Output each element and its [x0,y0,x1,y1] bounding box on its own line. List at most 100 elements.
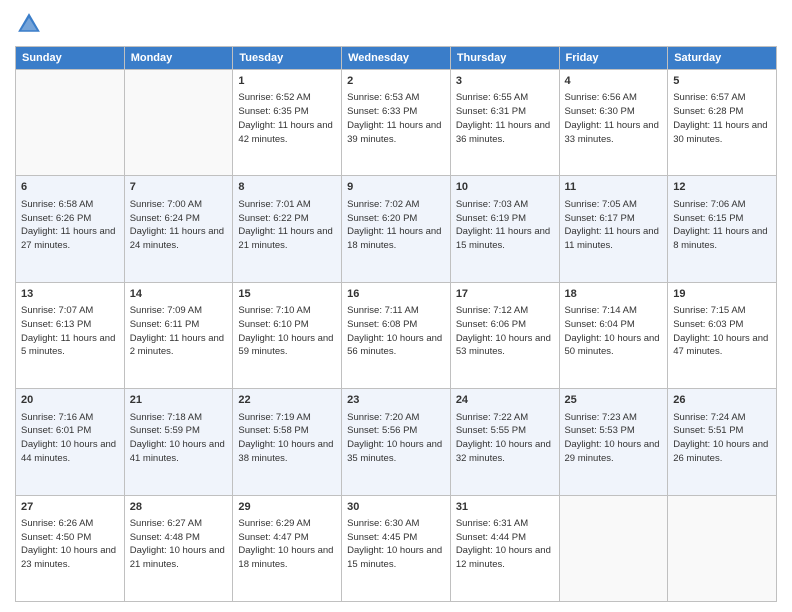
day-number: 9 [347,180,445,195]
day-header: Tuesday [233,47,342,70]
day-number: 3 [456,74,554,89]
day-number: 31 [456,500,554,515]
calendar-cell [559,495,668,601]
calendar-table: SundayMondayTuesdayWednesdayThursdayFrid… [15,46,777,602]
day-info: Sunrise: 6:30 AMSunset: 4:45 PMDaylight:… [347,517,445,572]
day-number: 25 [565,393,663,408]
day-number: 30 [347,500,445,515]
calendar-cell: 6 Sunrise: 6:58 AMSunset: 6:26 PMDaylight… [16,176,125,282]
calendar-cell: 8Sunrise: 7:01 AMSunset: 6:22 PMDaylight… [233,176,342,282]
day-info: Sunrise: 6:26 AMSunset: 4:50 PMDaylight:… [21,517,119,572]
calendar-header-row: SundayMondayTuesdayWednesdayThursdayFrid… [16,47,777,70]
calendar-week-row: 1 Sunrise: 6:52 AMSunset: 6:35 PMDaylight… [16,70,777,176]
header [15,10,777,38]
calendar-week-row: 13Sunrise: 7:07 AMSunset: 6:13 PMDayligh… [16,282,777,388]
calendar-cell [16,70,125,176]
calendar-cell: 12Sunrise: 7:06 AMSunset: 6:15 PMDayligh… [668,176,777,282]
day-info: Sunrise: 6:55 AMSunset: 6:31 PMDaylight:… [456,91,554,146]
day-info: Sunrise: 7:22 AMSunset: 5:55 PMDaylight:… [456,411,554,466]
calendar-cell: 31 Sunrise: 6:31 AMSunset: 4:44 PMDayligh… [450,495,559,601]
day-info: Sunrise: 7:24 AMSunset: 5:51 PMDaylight:… [673,411,771,466]
day-number: 1 [238,74,336,89]
calendar-cell: 5 Sunrise: 6:57 AMSunset: 6:28 PMDaylight… [668,70,777,176]
day-info: Sunrise: 7:03 AMSunset: 6:19 PMDaylight:… [456,198,554,253]
day-header: Thursday [450,47,559,70]
day-number: 5 [673,74,771,89]
calendar-cell: 2Sunrise: 6:53 AMSunset: 6:33 PMDaylight… [342,70,451,176]
day-info: Sunrise: 7:01 AMSunset: 6:22 PMDaylight:… [238,198,336,253]
day-number: 23 [347,393,445,408]
day-number: 15 [238,287,336,302]
day-number: 17 [456,287,554,302]
day-header: Monday [124,47,233,70]
day-number: 29 [238,500,336,515]
day-info: Sunrise: 7:10 AMSunset: 6:10 PMDaylight:… [238,304,336,359]
calendar-cell: 16Sunrise: 7:11 AMSunset: 6:08 PMDayligh… [342,282,451,388]
day-info: Sunrise: 7:09 AMSunset: 6:11 PMDaylight:… [130,304,228,359]
day-info: Sunrise: 7:00 AMSunset: 6:24 PMDaylight:… [130,198,228,253]
calendar-cell: 1 Sunrise: 6:52 AMSunset: 6:35 PMDaylight… [233,70,342,176]
day-number: 22 [238,393,336,408]
calendar-cell: 10 Sunrise: 7:03 AMSunset: 6:19 PMDayligh… [450,176,559,282]
day-info: Sunrise: 7:15 AMSunset: 6:03 PMDaylight:… [673,304,771,359]
calendar-cell: 24 Sunrise: 7:22 AMSunset: 5:55 PMDayligh… [450,389,559,495]
day-info: Sunrise: 7:20 AMSunset: 5:56 PMDaylight:… [347,411,445,466]
calendar-cell: 26 Sunrise: 7:24 AMSunset: 5:51 PMDayligh… [668,389,777,495]
day-info: Sunrise: 7:16 AMSunset: 6:01 PMDaylight:… [21,411,119,466]
day-info: Sunrise: 6:29 AMSunset: 4:47 PMDaylight:… [238,517,336,572]
day-info: Sunrise: 7:14 AMSunset: 6:04 PMDaylight:… [565,304,663,359]
page: SundayMondayTuesdayWednesdayThursdayFrid… [0,0,792,612]
day-number: 7 [130,180,228,195]
calendar-cell: 29 Sunrise: 6:29 AMSunset: 4:47 PMDayligh… [233,495,342,601]
day-info: Sunrise: 6:57 AMSunset: 6:28 PMDaylight:… [673,91,771,146]
day-header: Friday [559,47,668,70]
day-info: Sunrise: 7:02 AMSunset: 6:20 PMDaylight:… [347,198,445,253]
day-info: Sunrise: 7:18 AMSunset: 5:59 PMDaylight:… [130,411,228,466]
calendar-week-row: 6 Sunrise: 6:58 AMSunset: 6:26 PMDaylight… [16,176,777,282]
day-number: 19 [673,287,771,302]
day-header: Sunday [16,47,125,70]
calendar-cell: 28 Sunrise: 6:27 AMSunset: 4:48 PMDayligh… [124,495,233,601]
day-number: 12 [673,180,771,195]
calendar-cell: 9 Sunrise: 7:02 AMSunset: 6:20 PMDaylight… [342,176,451,282]
day-number: 27 [21,500,119,515]
day-info: Sunrise: 6:52 AMSunset: 6:35 PMDaylight:… [238,91,336,146]
day-info: Sunrise: 6:27 AMSunset: 4:48 PMDaylight:… [130,517,228,572]
calendar-cell: 20Sunrise: 7:16 AMSunset: 6:01 PMDayligh… [16,389,125,495]
calendar-cell: 11 Sunrise: 7:05 AMSunset: 6:17 PMDayligh… [559,176,668,282]
day-info: Sunrise: 6:58 AMSunset: 6:26 PMDaylight:… [21,198,119,253]
calendar-cell: 23 Sunrise: 7:20 AMSunset: 5:56 PMDayligh… [342,389,451,495]
day-number: 6 [21,180,119,195]
calendar-cell [668,495,777,601]
day-header: Saturday [668,47,777,70]
day-info: Sunrise: 7:19 AMSunset: 5:58 PMDaylight:… [238,411,336,466]
calendar-cell: 30 Sunrise: 6:30 AMSunset: 4:45 PMDayligh… [342,495,451,601]
day-info: Sunrise: 7:12 AMSunset: 6:06 PMDaylight:… [456,304,554,359]
day-number: 10 [456,180,554,195]
calendar-cell: 21Sunrise: 7:18 AMSunset: 5:59 PMDayligh… [124,389,233,495]
calendar-cell: 3 Sunrise: 6:55 AMSunset: 6:31 PMDaylight… [450,70,559,176]
day-number: 24 [456,393,554,408]
logo-icon [15,10,43,38]
calendar-cell: 7 Sunrise: 7:00 AMSunset: 6:24 PMDaylight… [124,176,233,282]
day-number: 18 [565,287,663,302]
calendar-cell: 13Sunrise: 7:07 AMSunset: 6:13 PMDayligh… [16,282,125,388]
calendar-cell: 15 Sunrise: 7:10 AMSunset: 6:10 PMDayligh… [233,282,342,388]
day-number: 28 [130,500,228,515]
day-info: Sunrise: 7:23 AMSunset: 5:53 PMDaylight:… [565,411,663,466]
day-number: 13 [21,287,119,302]
day-number: 14 [130,287,228,302]
day-number: 11 [565,180,663,195]
day-info: Sunrise: 7:05 AMSunset: 6:17 PMDaylight:… [565,198,663,253]
day-number: 26 [673,393,771,408]
day-info: Sunrise: 7:11 AMSunset: 6:08 PMDaylight:… [347,304,445,359]
calendar-week-row: 20Sunrise: 7:16 AMSunset: 6:01 PMDayligh… [16,389,777,495]
calendar-cell: 27 Sunrise: 6:26 AMSunset: 4:50 PMDayligh… [16,495,125,601]
day-number: 4 [565,74,663,89]
day-info: Sunrise: 6:56 AMSunset: 6:30 PMDaylight:… [565,91,663,146]
calendar-cell: 19 Sunrise: 7:15 AMSunset: 6:03 PMDayligh… [668,282,777,388]
calendar-cell: 25 Sunrise: 7:23 AMSunset: 5:53 PMDayligh… [559,389,668,495]
day-info: Sunrise: 6:53 AMSunset: 6:33 PMDaylight:… [347,91,445,146]
day-info: Sunrise: 6:31 AMSunset: 4:44 PMDaylight:… [456,517,554,572]
calendar-cell: 18 Sunrise: 7:14 AMSunset: 6:04 PMDayligh… [559,282,668,388]
